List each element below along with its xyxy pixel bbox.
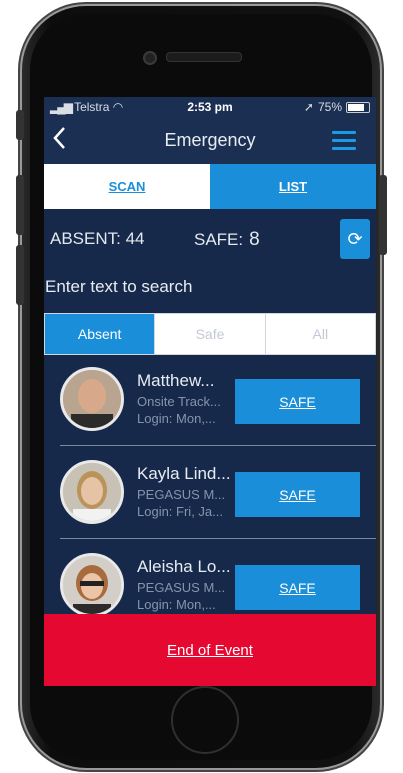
end-of-event-button[interactable]: End of Event	[44, 614, 376, 686]
person-company: Onsite Track...	[137, 394, 221, 409]
battery-percent: 75%	[317, 100, 342, 114]
people-list[interactable]: Matthew... Onsite Track... Login: Mon,..…	[44, 367, 376, 614]
safe-count-label: SAFE:	[194, 230, 244, 249]
battery-icon	[346, 101, 370, 113]
tab-scan[interactable]: SCAN	[44, 164, 210, 209]
person-name: Kayla Lind...	[137, 464, 231, 483]
person-login: Login: Mon,...	[137, 411, 216, 426]
nav-bar: Emergency	[44, 116, 376, 164]
hamburger-menu-icon[interactable]	[332, 131, 356, 155]
mute-switch	[16, 110, 24, 140]
filter-absent[interactable]: Absent	[45, 314, 155, 354]
mark-safe-button[interactable]: SAFE	[235, 565, 360, 610]
earpiece-speaker	[166, 52, 242, 62]
power-button	[379, 175, 387, 255]
safe-count: SAFE: 8	[194, 229, 260, 251]
avatar	[60, 460, 124, 524]
person-login: Login: Mon,...	[137, 597, 216, 612]
page-title: Emergency	[164, 130, 256, 150]
volume-down-button	[16, 245, 24, 305]
status-bar: ▂▄▆ Telstra ◠ 2:53 pm ➚ 75%	[44, 97, 376, 116]
divider	[60, 445, 376, 446]
mode-tabs: SCAN LIST	[44, 164, 376, 209]
tab-list[interactable]: LIST	[210, 164, 376, 209]
safe-count-value: 8	[249, 229, 260, 250]
person-company: PEGASUS M...	[137, 580, 226, 595]
absent-count: ABSENT: 44	[50, 229, 145, 248]
front-camera	[143, 51, 157, 65]
list-item[interactable]: Kayla Lind... PEGASUS M... Login: Fri, J…	[44, 460, 376, 553]
person-company: PEGASUS M...	[137, 487, 226, 502]
list-item[interactable]: Matthew... Onsite Track... Login: Mon,..…	[44, 367, 376, 460]
person-name: Aleisha Lo...	[137, 557, 231, 576]
location-icon: ➚	[303, 100, 314, 114]
person-login: Login: Fri, Ja...	[137, 504, 223, 519]
list-item[interactable]: Aleisha Lo... PEGASUS M... Login: Mon,..…	[44, 553, 376, 614]
volume-up-button	[16, 175, 24, 235]
status-filter: Absent Safe All	[44, 313, 376, 355]
search-input[interactable]: Enter text to search	[44, 269, 376, 309]
counts-summary: ABSENT: 44 SAFE: 8 ⟳	[44, 209, 376, 269]
avatar	[60, 553, 124, 614]
home-button[interactable]	[171, 686, 239, 754]
mark-safe-button[interactable]: SAFE	[235, 472, 360, 517]
refresh-icon: ⟳	[347, 228, 363, 249]
battery-indicator: ➚ 75%	[304, 100, 370, 114]
filter-safe[interactable]: Safe	[154, 314, 265, 354]
person-name: Matthew...	[137, 371, 215, 390]
filter-all[interactable]: All	[264, 314, 375, 354]
refresh-button[interactable]: ⟳	[340, 219, 370, 259]
mark-safe-button[interactable]: SAFE	[235, 379, 360, 424]
avatar	[60, 367, 124, 431]
divider	[60, 538, 376, 539]
app-screen: ▂▄▆ Telstra ◠ 2:53 pm ➚ 75% Emergency SC…	[44, 97, 376, 686]
